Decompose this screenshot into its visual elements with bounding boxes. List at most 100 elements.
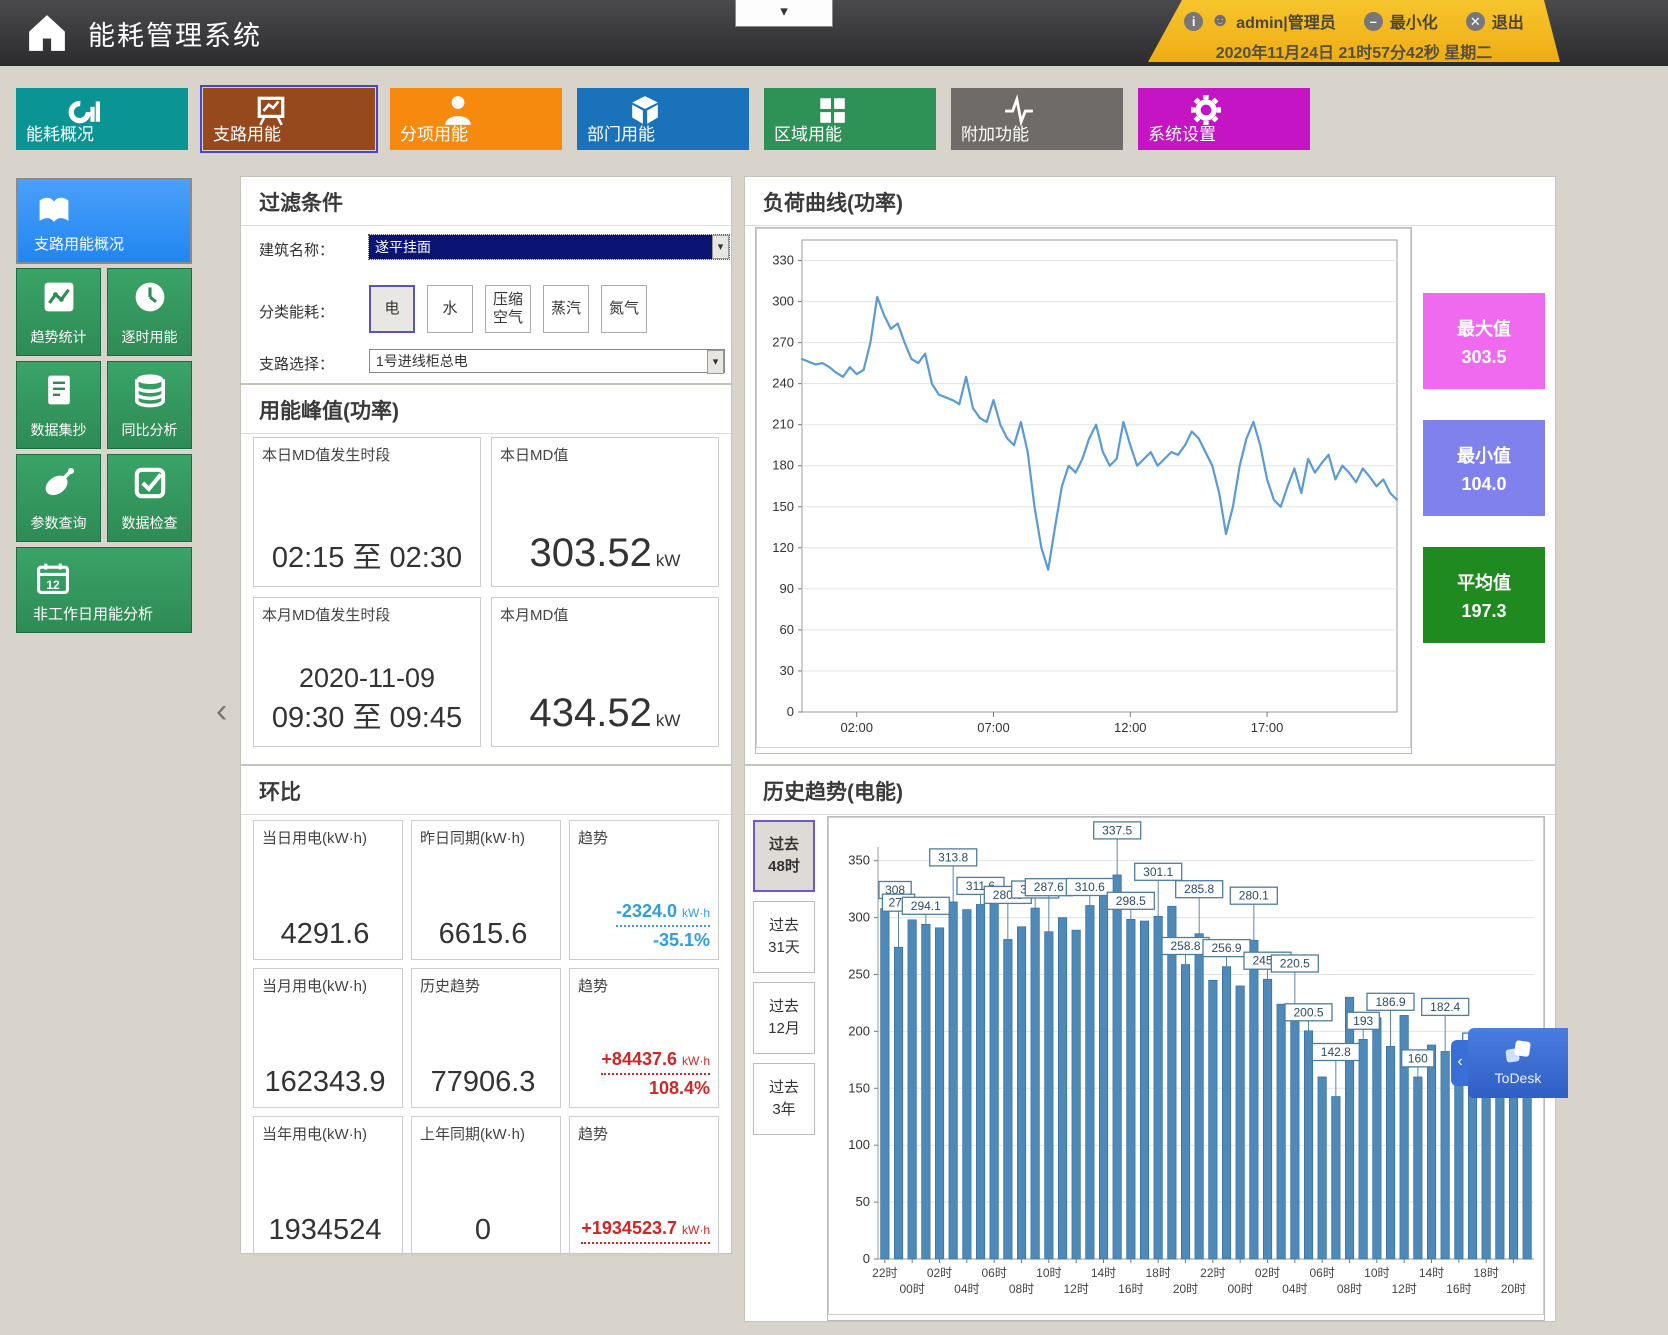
minimize-label[interactable]: 最小化 xyxy=(1390,9,1438,33)
svg-text:330: 330 xyxy=(772,253,794,268)
clock-icon xyxy=(132,279,168,315)
history-bar xyxy=(1359,1039,1368,1259)
branch-select[interactable]: 1号进线柜总电 ▾ xyxy=(369,349,725,373)
range-tab-label2: 31天 xyxy=(768,937,800,959)
svg-text:22时: 22时 xyxy=(1200,1266,1225,1280)
nav-tab-系统设置[interactable]: 系统设置 xyxy=(1138,88,1310,150)
nav-tab-能耗概况[interactable]: 能耗概况 xyxy=(16,88,188,150)
sidebar-item-支路用能概况[interactable]: 支路用能概况 xyxy=(16,178,192,264)
history-range-tab-12月[interactable]: 过去12月 xyxy=(753,982,815,1054)
energy-type-压缩空气[interactable]: 压缩空气 xyxy=(485,285,531,333)
nav-tab-label: 能耗概况 xyxy=(26,120,94,145)
range-tab-label2: 12月 xyxy=(768,1018,800,1040)
svg-text:180: 180 xyxy=(772,458,794,473)
energy-type-氮气[interactable]: 氮气 xyxy=(601,285,647,333)
svg-text:10时: 10时 xyxy=(1036,1266,1061,1280)
database-icon xyxy=(132,372,168,408)
svg-text:02时: 02时 xyxy=(1255,1266,1280,1280)
load-curve-panel: 负荷曲线(功率) 0306090120150180210240270300330… xyxy=(744,176,1556,765)
svg-text:200.5: 200.5 xyxy=(1293,1005,1323,1019)
todesk-collapse-chevron[interactable]: ‹ xyxy=(1451,1040,1469,1086)
history-bar xyxy=(1127,919,1136,1259)
svg-text:02时: 02时 xyxy=(927,1266,952,1280)
svg-text:50: 50 xyxy=(856,1194,870,1209)
chevron-down-icon: ▾ xyxy=(780,3,788,20)
book-icon xyxy=(36,192,72,228)
peak-cell-line1: 2020-11-09 xyxy=(254,663,480,694)
nav-tab-部门用能[interactable]: 部门用能 xyxy=(577,88,749,150)
sidebar-item-数据检查[interactable]: 数据检查 xyxy=(107,454,192,542)
energy-type-蒸汽[interactable]: 蒸汽 xyxy=(543,285,589,333)
range-tab-label2: 48时 xyxy=(768,856,800,878)
svg-text:298.5: 298.5 xyxy=(1116,894,1146,908)
svg-text:240: 240 xyxy=(772,376,794,391)
peak-cell-value: 434.52kW xyxy=(492,691,718,736)
svg-text:120: 120 xyxy=(772,540,794,555)
peak-cell-value: 09:30 至 09:45 xyxy=(254,694,480,736)
energy-type-水[interactable]: 水 xyxy=(427,285,473,333)
history-range-tab-31天[interactable]: 过去31天 xyxy=(753,901,815,973)
sidebar-item-label: 参数查询 xyxy=(31,513,87,533)
sidebar-item-参数查询[interactable]: 参数查询 xyxy=(16,454,101,542)
chevron-down-icon[interactable]: ▾ xyxy=(712,235,729,259)
history-bar xyxy=(1031,908,1040,1259)
svg-text:16时: 16时 xyxy=(1446,1282,1471,1296)
minimize-icon[interactable]: – xyxy=(1364,12,1383,31)
huanbi-cell: 当月用电(kW·h)162343.9 xyxy=(253,968,403,1108)
collapse-header-dropdown[interactable]: ▾ xyxy=(735,0,833,27)
sidebar-item-逐时用能[interactable]: 逐时用能 xyxy=(107,268,192,356)
exit-label[interactable]: 退出 xyxy=(1492,9,1524,33)
home-icon[interactable] xyxy=(22,11,72,55)
history-bar xyxy=(1099,893,1108,1260)
close-icon[interactable]: ✕ xyxy=(1466,12,1485,31)
peak-cell: 本月MD值434.52kW xyxy=(491,597,719,747)
svg-text:02:00: 02:00 xyxy=(840,720,873,735)
chevron-down-icon[interactable]: ▾ xyxy=(707,350,724,374)
nav-tab-区域用能[interactable]: 区域用能 xyxy=(764,88,936,150)
svg-text:142.8: 142.8 xyxy=(1321,1045,1351,1059)
sidebar-item-趋势统计[interactable]: 趋势统计 xyxy=(16,268,101,356)
user-panel: i ☻ admin|管理员 – 最小化 ✕ 退出 2020年11月24日 21时… xyxy=(1148,0,1560,62)
svg-text:30: 30 xyxy=(780,663,794,678)
sidebar-item-同比分析[interactable]: 同比分析 xyxy=(107,361,192,449)
info-icon[interactable]: i xyxy=(1184,12,1203,31)
history-bar xyxy=(1386,1046,1395,1259)
peak-cell-header: 本月MD值发生时段 xyxy=(262,604,390,625)
history-range-tab-3年[interactable]: 过去3年 xyxy=(753,1063,815,1135)
building-select[interactable]: 遂平挂面 ▾ xyxy=(369,235,729,259)
history-bar xyxy=(1277,1004,1286,1259)
svg-text:12: 12 xyxy=(46,578,60,592)
stat-label: 最大值 xyxy=(1423,315,1545,341)
history-bar xyxy=(1250,940,1259,1259)
collapse-sidebar-chevron[interactable]: ‹ xyxy=(216,692,227,731)
svg-text:294.1: 294.1 xyxy=(911,899,941,913)
svg-text:285.8: 285.8 xyxy=(1184,882,1214,896)
sidebar-item-非工作日用能分析[interactable]: 12非工作日用能分析 xyxy=(16,547,192,633)
peak-cell: 本日MD值发生时段02:15 至 02:30 xyxy=(253,437,481,587)
history-trend-panel: 历史趋势(电能) 过去48时过去31天过去12月过去3年 05010015020… xyxy=(744,765,1556,1322)
nav-tab-支路用能[interactable]: 支路用能 xyxy=(203,88,375,150)
range-tab-label: 过去 xyxy=(769,834,799,856)
svg-text:256.9: 256.9 xyxy=(1211,941,1241,955)
huanbi-cell-value: 77906.3 xyxy=(412,1066,554,1099)
stat-value: 197.3 xyxy=(1423,601,1545,622)
history-range-tab-48时[interactable]: 过去48时 xyxy=(753,820,815,892)
history-bar xyxy=(1209,980,1218,1259)
branch-select-value: 1号进线柜总电 xyxy=(376,353,468,369)
huanbi-trend: -2324.0 kW·h-35.1% xyxy=(616,901,710,951)
svg-text:150: 150 xyxy=(848,1080,870,1095)
filter-title: 过滤条件 xyxy=(241,177,731,226)
energy-type-电[interactable]: 电 xyxy=(369,285,415,333)
svg-text:00时: 00时 xyxy=(1227,1282,1252,1296)
svg-text:280.1: 280.1 xyxy=(1239,889,1269,903)
sidebar-item-label: 趋势统计 xyxy=(31,327,87,347)
todesk-button[interactable]: ToDesk xyxy=(1468,1028,1568,1098)
nav-tab-附加功能[interactable]: 附加功能 xyxy=(951,88,1123,150)
history-bar xyxy=(1318,1077,1327,1259)
peak-cell-value: 303.52kW xyxy=(492,531,718,576)
history-trend-title: 历史趋势(电能) xyxy=(745,766,1555,815)
sidebar-item-数据集抄[interactable]: 数据集抄 xyxy=(16,361,101,449)
nav-tab-分项用能[interactable]: 分项用能 xyxy=(390,88,562,150)
svg-text:258.8: 258.8 xyxy=(1170,939,1200,953)
load-curve-svg: 030609012015018021024027030033002:0007:0… xyxy=(756,228,1411,748)
